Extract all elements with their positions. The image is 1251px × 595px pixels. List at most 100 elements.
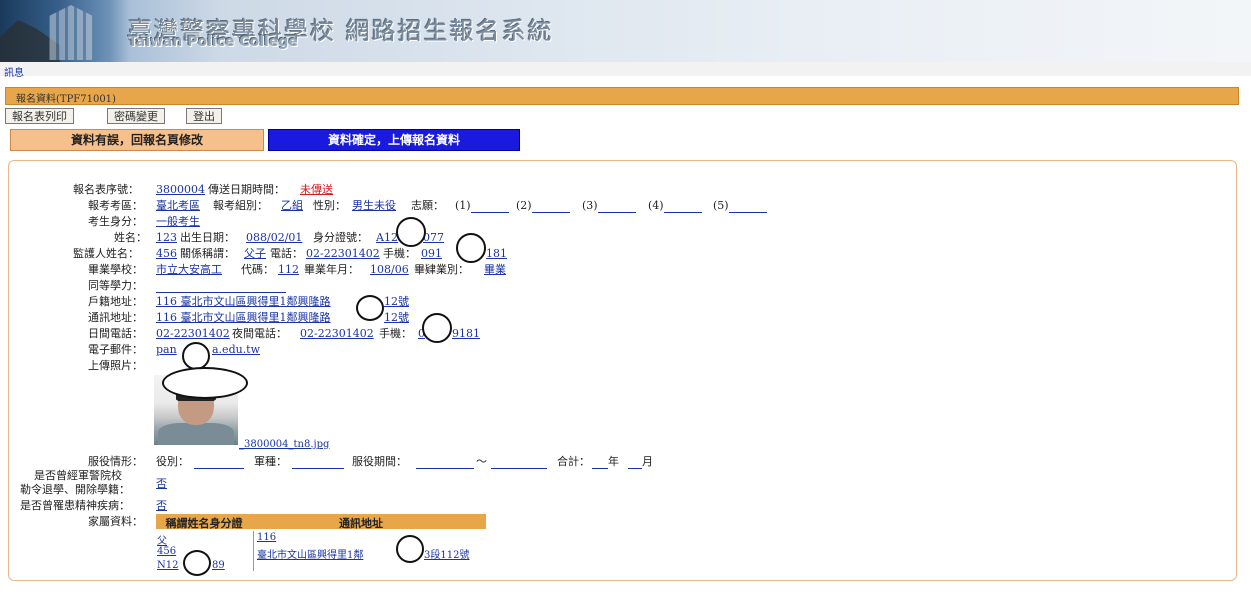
- row-school: 畢業學校： 市立大安高工 代碼： 112 畢業年月： 108/06 畢肄業別： …: [0, 263, 1251, 277]
- email-label: 電子郵件：: [88, 343, 143, 356]
- wish-4: (4): [648, 199, 702, 213]
- mail-value-right: 12號: [384, 311, 409, 324]
- family-id-left: N12: [157, 560, 179, 571]
- mobile-value-right: 181: [486, 247, 507, 260]
- mil-period-label: 服役期間：: [352, 455, 407, 468]
- exam-area-value: 臺北考區: [156, 199, 200, 212]
- wish-3: (3): [582, 199, 636, 213]
- photo-label: 上傳照片：: [88, 359, 143, 372]
- day-phone-label: 日間電話：: [88, 327, 143, 340]
- id-value-right: 077: [423, 231, 444, 244]
- guardian-value: 456: [156, 247, 177, 260]
- row-mental: 是否曾罹患精神疾病： 否: [0, 499, 1251, 513]
- send-time-label: 傳送日期時間：: [208, 183, 285, 196]
- family-table-header: 稱謂姓名身分證 通訊地址: [156, 514, 486, 530]
- row-expelled-2: 勒令退學、開除學籍： 否: [0, 477, 1251, 497]
- row-status: 考生身分： 一般考生: [0, 215, 1251, 229]
- id-value-left: A12: [376, 231, 398, 244]
- mobile-value-left: 091: [421, 247, 442, 260]
- top-strip: [0, 62, 1251, 76]
- household-value-left: 116 臺北市文山區興得里1鄰興隆路: [156, 295, 331, 308]
- row-military: 服役情形： 役別： 軍種： 服役期間： ～ 合計： 年 月: [0, 455, 1251, 469]
- mail-label: 通訊地址：: [88, 311, 143, 324]
- grad-label: 畢業年月：: [304, 263, 359, 276]
- back-to-edit-button[interactable]: 資料有誤，回報名頁修改: [10, 129, 264, 151]
- relation-value: 父子: [244, 247, 266, 260]
- household-label: 戶籍地址：: [88, 295, 143, 308]
- redaction-circle: [456, 233, 486, 263]
- photo-filename[interactable]: _3800004_tn8.jpg: [239, 438, 329, 452]
- row-expelled-1: 是否曾經軍警院校: [0, 469, 1251, 483]
- wish-5: (5): [713, 199, 767, 213]
- page-title: 報名資料(TPF71001): [16, 94, 116, 105]
- row-equiv: 同等學力：: [0, 279, 1251, 293]
- birth-value: 088/02/01: [246, 231, 303, 244]
- confirm-upload-button[interactable]: 資料確定，上傳報名資料: [268, 129, 520, 151]
- site-banner: 臺灣警察專科學校 網路招生報名系統 Taiwan Police College: [0, 0, 1251, 62]
- night-phone-label: 夜間電話：: [232, 327, 287, 340]
- row-mail: 通訊地址： 116 臺北市文山區興得里1鄰興隆路 12號: [0, 311, 1251, 325]
- mil-branch-blank: [292, 455, 344, 469]
- mil-period-start: [416, 455, 474, 469]
- expelled-label-1: 是否曾經軍警院校: [34, 469, 122, 482]
- logout-button[interactable]: 登出: [186, 108, 222, 124]
- equiv-label: 同等學力：: [88, 279, 143, 292]
- family-address-left: 臺北市文山區興得里1鄰: [257, 550, 364, 561]
- name-value: 123: [156, 231, 177, 244]
- redaction-circle: [396, 535, 424, 563]
- code-value: 112: [278, 263, 299, 276]
- family-relation: 父: [157, 536, 167, 547]
- family-col-name-id: 稱謂姓名身分證: [165, 517, 243, 530]
- site-title-en: Taiwan Police College: [128, 34, 298, 50]
- message-link[interactable]: 訊息: [4, 64, 24, 79]
- phone-label: 電話：: [270, 247, 303, 260]
- family-address-right: 3段112號: [424, 550, 470, 561]
- mobile2-label: 手機：: [379, 327, 412, 340]
- print-form-button[interactable]: 報名表列印: [5, 108, 74, 124]
- wish-2: (2): [516, 199, 570, 213]
- family-name: 456: [157, 546, 177, 557]
- grad-type-label: 畢肄業別：: [414, 263, 469, 276]
- family-id-right: 89: [212, 560, 225, 571]
- gender-label: 性別：: [313, 199, 346, 212]
- phone-value: 02-22301402: [306, 247, 380, 260]
- military-label: 服役情形：: [88, 455, 143, 468]
- gender-value: 男生未役: [352, 199, 396, 212]
- row-phones: 日間電話： 02-22301402 夜間電話： 02-22301402 手機： …: [0, 327, 1251, 341]
- family-zip: 116: [257, 532, 277, 543]
- mil-cat-blank: [194, 455, 244, 469]
- wish-label: 志願：: [411, 199, 444, 212]
- redaction-circle: [396, 217, 426, 247]
- status-label: 考生身分：: [88, 215, 143, 228]
- guardian-label: 監護人姓名：: [73, 247, 139, 260]
- wish-1: (1): [455, 199, 509, 213]
- expelled-value: 否: [156, 477, 167, 490]
- row-household: 戶籍地址： 116 臺北市文山區興得里1鄰興隆路 12號: [0, 295, 1251, 309]
- day-phone-value: 02-22301402: [156, 327, 230, 340]
- expelled-label-2: 勒令退學、開除學籍：: [20, 483, 130, 496]
- exam-area-label: 報考考區：: [88, 199, 143, 212]
- exam-group-label: 報考組別：: [213, 199, 268, 212]
- mil-total-month: 月: [628, 455, 653, 469]
- relation-label: 關係稱謂：: [180, 247, 235, 260]
- redaction-circle: [422, 313, 452, 343]
- mail-value-left: 116 臺北市文山區興得里1鄰興隆路: [156, 311, 331, 324]
- school-label: 畢業學校：: [88, 263, 143, 276]
- grad-value: 108/06: [370, 263, 409, 276]
- equiv-value: [156, 279, 286, 293]
- household-value-right: 12號: [384, 295, 409, 308]
- reg-no-value: 3800004: [156, 183, 205, 196]
- status-value: 一般考生: [156, 215, 200, 228]
- change-password-button[interactable]: 密碼變更: [107, 108, 165, 124]
- page-title-bar: 報名資料(TPF71001): [5, 87, 1239, 105]
- code-label: 代碼：: [241, 263, 274, 276]
- birth-label: 出生日期：: [180, 231, 235, 244]
- email-value-right: a.edu.tw: [212, 343, 261, 356]
- family-col-address: 通訊地址: [339, 517, 383, 530]
- redaction-circle: [183, 550, 211, 576]
- row-reg-no: 報名表序號： 3800004 傳送日期時間： 未傳送: [0, 183, 1251, 197]
- family-label: 家屬資料：: [88, 515, 143, 528]
- mil-period-end: [491, 455, 547, 469]
- id-label: 身分證號：: [313, 231, 368, 244]
- exam-group-value: 乙組: [281, 199, 303, 212]
